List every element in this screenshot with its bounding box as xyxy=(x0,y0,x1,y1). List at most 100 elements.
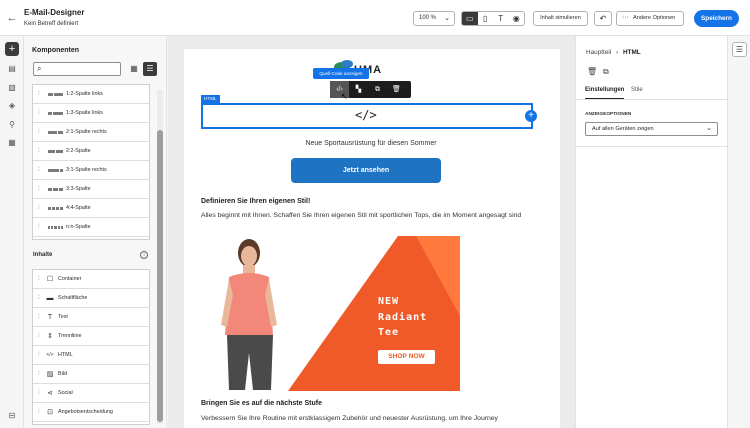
content-item-label: Social xyxy=(58,390,73,396)
link-icon[interactable]: ⚲ xyxy=(5,118,19,132)
tab-styles[interactable]: Stile xyxy=(631,87,643,93)
breadcrumb-parent[interactable]: Hauptteil xyxy=(586,49,611,56)
components-scrollbar-thumb[interactable] xyxy=(157,130,163,422)
search-icon: ⌕ xyxy=(37,64,42,73)
simulate-content-button[interactable]: Inhalt simulieren xyxy=(533,11,588,26)
content-item-button[interactable]: ⁞ ▬ Schaltfläche xyxy=(33,289,149,308)
display-select[interactable]: Auf allen Geräten zeigen ⌄ xyxy=(585,122,718,136)
content-item-divider[interactable]: ⁞ ⇕ Trennlinie xyxy=(33,327,149,346)
drag-handle-icon[interactable]: ⁞ xyxy=(38,161,40,180)
drag-handle-icon[interactable]: ⁞ xyxy=(38,180,40,199)
structure-move-icon[interactable]: ▚ xyxy=(349,81,368,98)
grid-view-icon[interactable]: ▦ xyxy=(127,62,141,76)
drag-handle-icon[interactable]: ⁞ xyxy=(38,85,40,104)
content-item-image[interactable]: ⁞ ▨ Bild xyxy=(33,365,149,384)
desktop-view-icon[interactable]: ▭ xyxy=(462,12,478,25)
properties-panel: Hauptteil › HTML 🗑 ⧉ Einstellungen Stile… xyxy=(575,36,728,428)
display-options-label: ANZEIGEOPTIONEN xyxy=(585,112,632,117)
info-icon[interactable]: i xyxy=(140,251,148,259)
column-layout-icon xyxy=(48,207,63,210)
duplicate-icon[interactable]: ⧉ xyxy=(368,81,387,98)
layers-icon[interactable]: ◈ xyxy=(5,99,19,113)
list-view-icon[interactable]: ☰ xyxy=(143,62,157,76)
image-icon: ▨ xyxy=(46,371,54,378)
layout-item-label: 3:3-Spalte xyxy=(66,186,91,192)
drag-handle-icon[interactable]: ⁞ xyxy=(38,199,40,218)
breadcrumb-chevron-icon: › xyxy=(616,49,619,56)
more-options-button[interactable]: ··· Andere Optionen xyxy=(616,11,684,26)
undo-icon[interactable]: ↶ xyxy=(594,11,612,26)
save-button[interactable]: Speichern xyxy=(694,10,739,27)
text-view-icon[interactable]: T xyxy=(493,12,509,25)
structure-icon[interactable]: ▤ xyxy=(5,62,19,76)
mobile-view-icon[interactable]: ▯ xyxy=(478,12,494,25)
content-item-offer[interactable]: ⁞ ⊡ Angebotsentscheidung xyxy=(33,403,149,422)
model-image xyxy=(221,239,277,390)
copy-icon[interactable]: ⧉ xyxy=(603,67,609,77)
ellipsis-icon: ··· xyxy=(622,14,629,21)
delete-icon[interactable]: 🗑 xyxy=(387,81,406,98)
content-item-label: Text xyxy=(58,314,68,320)
drag-handle-icon[interactable]: ⁞ xyxy=(38,270,40,289)
content-section-title: Inhalte xyxy=(33,252,53,258)
cta-button[interactable]: Jetzt ansehen xyxy=(291,158,441,183)
trash-icon[interactable]: 🗑 xyxy=(587,67,597,76)
view-toggle-group: ▭ ▯ T ◉ xyxy=(461,11,525,26)
drag-handle-icon[interactable]: ⁞ xyxy=(38,365,40,384)
drag-handle-icon[interactable]: ⁞ xyxy=(38,327,40,346)
content-item-label: Angebotsentscheidung xyxy=(58,409,113,415)
components-title: Komponenten xyxy=(32,47,80,54)
drag-handle-icon[interactable]: ⁞ xyxy=(38,308,40,327)
breadcrumb: Hauptteil › HTML xyxy=(586,49,641,56)
layout-item-label: 4:4-Spalte xyxy=(66,205,91,211)
section2-text: Verbessern Sie Ihre Routine mit erstklas… xyxy=(201,415,498,422)
layout-item-label: 1:3-Spalte links xyxy=(66,110,103,116)
content-list: ⁞ ☐ Container ⁞ ▬ Schaltfläche ⁞ T Text ⁞ ⇕ Trennli… xyxy=(32,269,150,425)
drag-handle-icon[interactable]: ⁞ xyxy=(38,218,40,237)
tab-divider xyxy=(576,99,728,100)
content-item-label: Schaltfläche xyxy=(58,295,88,301)
text-icon: T xyxy=(47,314,53,321)
section1-text: Alles beginnt mit Ihnen. Schaffen Sie Ih… xyxy=(201,212,522,219)
add-icon[interactable]: + xyxy=(5,42,19,56)
layout-item[interactable]: ⁞ 3:3-Spalte xyxy=(33,180,149,199)
properties-toggle-icon[interactable]: ☰ xyxy=(732,42,747,57)
assets-icon[interactable]: ▧ xyxy=(5,81,19,95)
layout-item[interactable]: ⁞ n:n-Spalte xyxy=(33,218,149,237)
content-item-text[interactable]: ⁞ T Text xyxy=(33,308,149,327)
html-block[interactable]: </> xyxy=(201,103,533,129)
drag-handle-icon[interactable]: ⁞ xyxy=(38,403,40,422)
zoom-select[interactable]: 100 % ⌄ xyxy=(413,11,455,26)
components-panel: Komponenten ⌕ ▦ ☰ ⁞ 1:2-Spalte links ⁞ 1:3-… xyxy=(24,36,167,428)
add-block-icon[interactable]: + xyxy=(525,110,537,122)
section1-heading: Definieren Sie Ihren eigenen Stil! xyxy=(201,198,311,205)
settings-bottom-icon[interactable]: ⊟ xyxy=(5,409,19,423)
content-item-container[interactable]: ⁞ ☐ Container xyxy=(33,270,149,289)
breadcrumb-current: HTML xyxy=(622,49,641,56)
promo-image xyxy=(288,236,460,391)
layout-item-label: n:n-Spalte xyxy=(66,224,91,230)
preview-eye-icon[interactable]: ◉ xyxy=(509,12,525,25)
layout-list: ⁞ 1:2-Spalte links ⁞ 1:3-Spalte links ⁞ 2:1-S… xyxy=(32,84,150,240)
layout-item[interactable]: ⁞ 4:4-Spalte xyxy=(33,199,149,218)
zoom-value: 100 % xyxy=(419,15,437,21)
layout-item[interactable]: ⁞ 1:3-Spalte links xyxy=(33,104,149,123)
drag-handle-icon[interactable]: ⁞ xyxy=(38,104,40,123)
content-item-social[interactable]: ⁞ ⋖ Social xyxy=(33,384,149,403)
content-item-label: Trennlinie xyxy=(58,333,82,339)
drag-handle-icon[interactable]: ⁞ xyxy=(38,346,40,365)
left-rail: + ▤ ▧ ◈ ⚲ ▦ ⊟ xyxy=(0,36,24,428)
right-rail: ☰ xyxy=(727,36,750,428)
content-item-html[interactable]: ⁞ </> HTML xyxy=(33,346,149,365)
components-search-input[interactable]: ⌕ xyxy=(33,62,121,76)
drag-handle-icon[interactable]: ⁞ xyxy=(38,384,40,403)
tooltip: Quell-Code anzeigen xyxy=(313,68,369,79)
promo-line-1: NEW xyxy=(378,296,400,307)
social-icon: ⋖ xyxy=(47,390,53,397)
back-arrow-icon[interactable]: ← xyxy=(6,12,18,24)
column-layout-icon xyxy=(48,93,63,96)
layout-item[interactable]: ⁞ 1:2-Spalte links xyxy=(33,85,149,104)
layout-item[interactable]: ⁞ 3:1-Spalte rechts xyxy=(33,161,149,180)
drag-handle-icon[interactable]: ⁞ xyxy=(38,289,40,308)
offer-icon: ⊡ xyxy=(47,409,53,416)
